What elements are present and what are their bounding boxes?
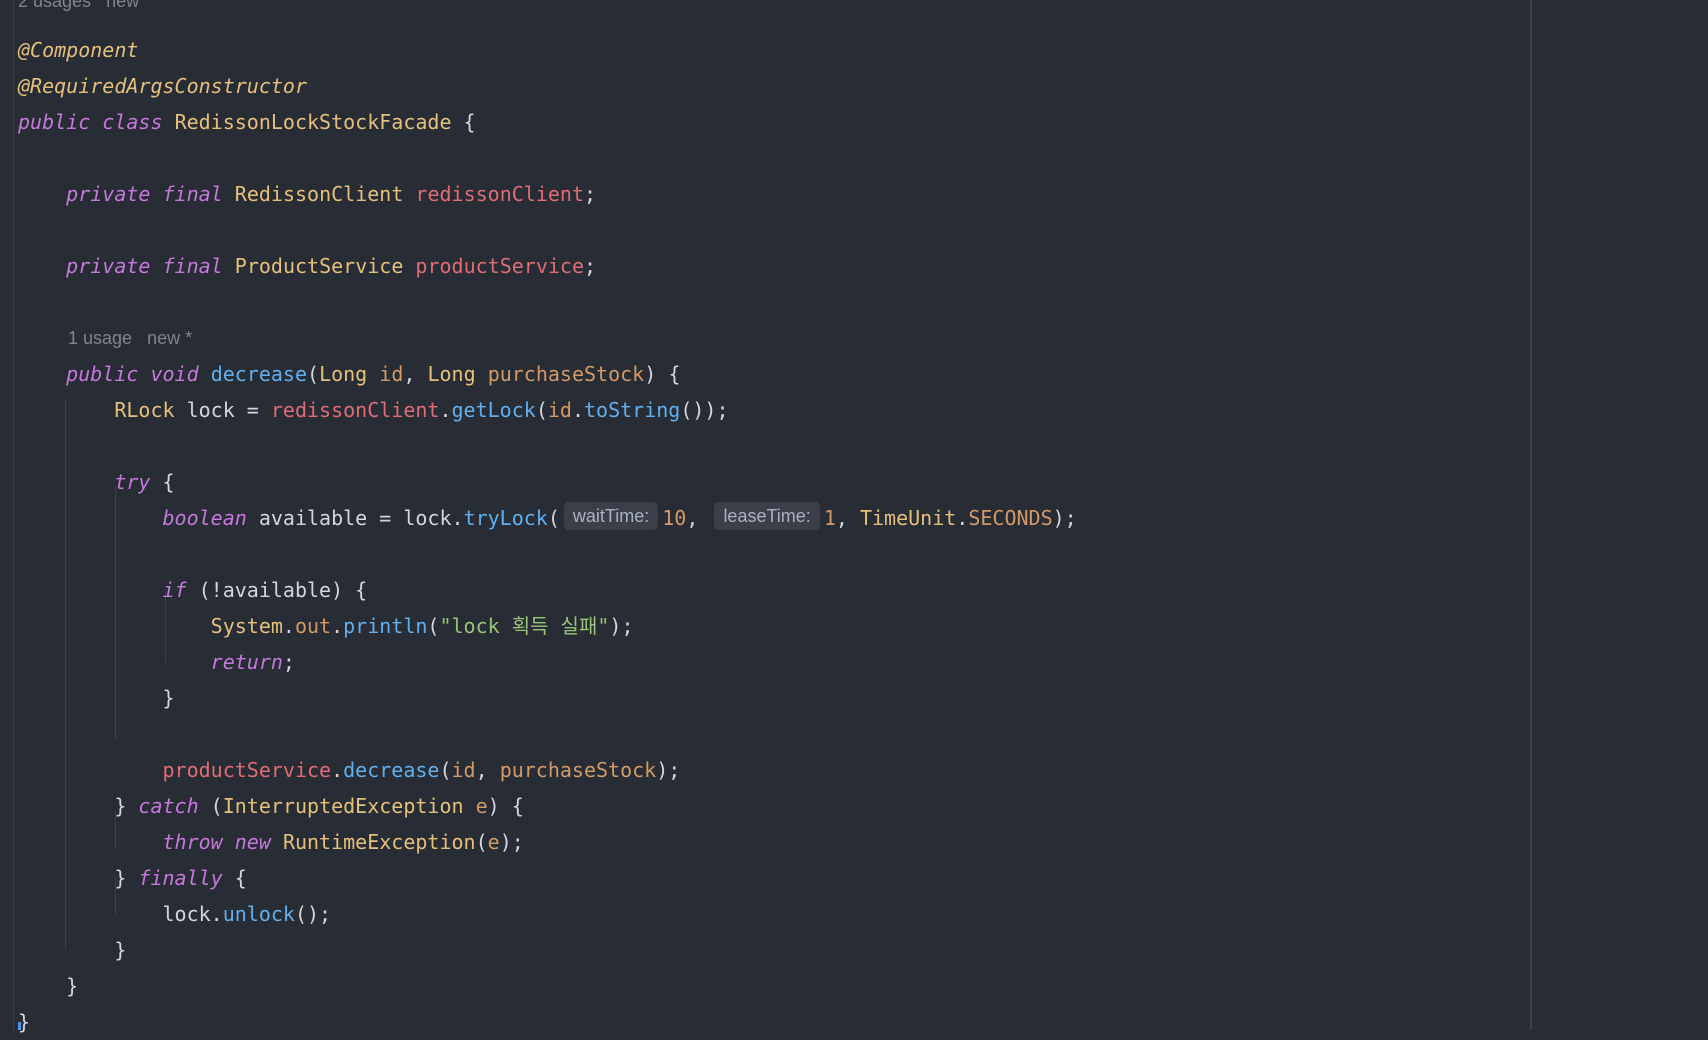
text-caret: [18, 1022, 21, 1030]
field-ref: productService: [162, 758, 332, 782]
method-call: decrease: [343, 758, 440, 782]
code-line: }: [18, 974, 79, 998]
keyword: new: [234, 830, 271, 854]
param-name: e: [475, 794, 488, 818]
class-usage-hint[interactable]: 2 usages new: [18, 0, 1077, 32]
keyword: class: [102, 110, 163, 134]
gutter-border: [13, 0, 14, 1030]
code-line: lock.unlock();: [162, 902, 332, 926]
new-marker: new *: [147, 328, 193, 348]
param-name: id: [379, 362, 404, 386]
field-name: redissonClient: [415, 182, 584, 206]
usages-link[interactable]: 1 usage: [68, 328, 132, 348]
code-content[interactable]: 2 usages new @Component @RequiredArgsCon…: [18, 0, 1077, 1040]
keyword: boolean: [162, 506, 247, 530]
method-call: println: [343, 614, 428, 638]
keyword: public: [18, 110, 91, 134]
usages-link[interactable]: 2 usages: [18, 0, 91, 11]
code-line: @Component: [18, 32, 1077, 68]
type-name: RedissonClient: [234, 182, 404, 206]
code-editor[interactable]: 2 usages new @Component @RequiredArgsCon…: [0, 0, 1708, 1034]
code-line: public class RedissonLockStockFacade {: [18, 110, 476, 134]
method-call: tryLock: [463, 506, 548, 530]
static-field: out: [294, 614, 332, 638]
right-margin-guide: [1530, 0, 1532, 1030]
code-line: } finally {: [18, 866, 247, 890]
param-ref: id: [547, 398, 572, 422]
variable-ref: lock: [162, 902, 211, 926]
keyword: private: [66, 182, 151, 206]
keyword: return: [210, 650, 283, 674]
keyword: if: [162, 578, 187, 602]
keyword: finally: [138, 866, 223, 890]
inlay-hint-wait-time: waitTime:: [563, 502, 659, 530]
variable: available: [258, 506, 368, 530]
enum-constant: SECONDS: [968, 506, 1053, 530]
param-ref: purchaseStock: [499, 758, 657, 782]
annotation: @RequiredArgsConstructor: [18, 74, 307, 98]
keyword: final: [162, 254, 223, 278]
code-line: return;: [210, 650, 295, 674]
number-literal: 10: [662, 506, 687, 530]
keyword: throw: [162, 830, 223, 854]
new-marker: new: [106, 0, 140, 11]
code-line: @RequiredArgsConstructor: [18, 68, 1077, 104]
code-line: }: [18, 686, 175, 710]
method-call: unlock: [222, 902, 295, 926]
method-call: toString: [584, 398, 681, 422]
type-name: System: [210, 614, 283, 638]
code-line: private final ProductService productServ…: [66, 254, 597, 278]
method-call: getLock: [451, 398, 536, 422]
variable: lock: [186, 398, 235, 422]
class-name: RedissonLockStockFacade: [174, 110, 452, 134]
inlay-hint-lease-time: leaseTime:: [714, 502, 820, 530]
code-line: }: [18, 938, 127, 962]
keyword: public: [66, 362, 139, 386]
field-ref: redissonClient: [270, 398, 440, 422]
condition: (!available): [198, 578, 344, 602]
code-line: System.out.println("lock 획득 실패");: [210, 614, 634, 638]
type-name: TimeUnit: [859, 506, 957, 530]
code-line: RLock lock = redissonClient.getLock(id.t…: [114, 398, 729, 422]
code-line: throw new RuntimeException(e);: [162, 830, 524, 854]
type-name: ProductService: [234, 254, 404, 278]
param-ref: e: [487, 830, 500, 854]
keyword: void: [150, 362, 199, 386]
keyword: private: [66, 254, 151, 278]
param-name: purchaseStock: [487, 362, 645, 386]
type-name: RLock: [114, 398, 175, 422]
code-line: boolean available = lock.tryLock(waitTim…: [18, 500, 1077, 536]
type-name: InterruptedException: [222, 794, 464, 818]
code-line: }: [18, 1010, 31, 1034]
field-name: productService: [415, 254, 584, 278]
variable-ref: lock: [403, 506, 452, 530]
type-name: Long: [427, 362, 476, 386]
code-line: private final RedissonClient redissonCli…: [66, 182, 597, 206]
string-literal: "lock 획득 실패": [439, 614, 610, 638]
type-name: RuntimeException: [282, 830, 476, 854]
code-line: try {: [114, 470, 175, 494]
code-line: productService.decrease(id, purchaseStoc…: [162, 758, 681, 782]
code-line: } catch (InterruptedException e) {: [18, 794, 524, 818]
keyword: try: [114, 470, 151, 494]
type-name: Long: [319, 362, 368, 386]
method-usage-hint[interactable]: 1 usage new *: [18, 320, 1077, 356]
annotation: @Component: [18, 38, 139, 62]
keyword: catch: [138, 794, 199, 818]
number-literal: 1: [823, 506, 836, 530]
method-name: decrease: [210, 362, 308, 386]
param-ref: id: [451, 758, 476, 782]
code-line: public void decrease(Long id, Long purch…: [66, 362, 681, 386]
keyword: final: [162, 182, 223, 206]
code-line: if (!available) {: [162, 578, 368, 602]
